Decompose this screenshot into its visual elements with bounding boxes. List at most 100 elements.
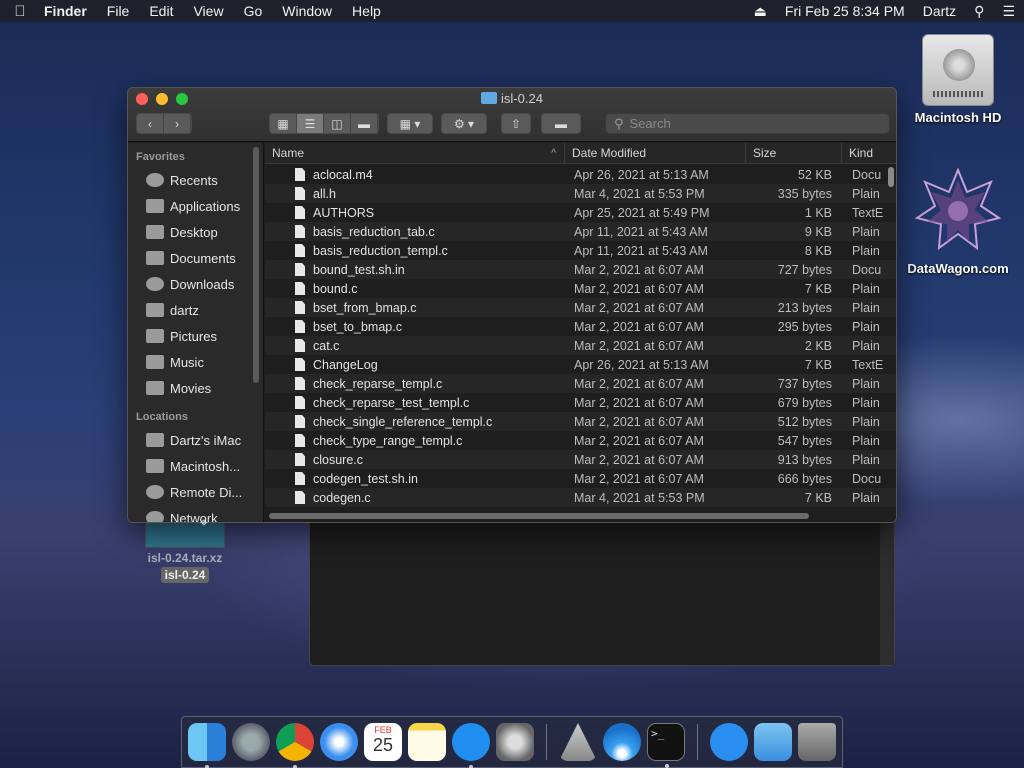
pictures-icon	[146, 329, 164, 343]
horizontal-scrollbar[interactable]	[269, 513, 809, 519]
date-modified-cell: Mar 2, 2021 at 6:07 AM	[574, 471, 704, 486]
gallery-view-button[interactable]: ▬	[351, 114, 378, 133]
menu-help[interactable]: Help	[342, 3, 391, 19]
sidebar-item-label: dartz	[170, 302, 199, 318]
eject-icon[interactable]: ⏏	[745, 3, 776, 20]
sidebar-item-movies[interactable]: Movies	[128, 375, 263, 401]
tags-button[interactable]: ▬	[541, 113, 581, 134]
app-store-icon[interactable]	[452, 723, 490, 768]
table-row[interactable]: bset_from_bmap.c Mar 2, 2021 at 6:07 AM 21…	[265, 298, 896, 317]
desktop-icon	[146, 225, 164, 239]
spotlight-search-icon[interactable]: ⚲	[965, 3, 993, 20]
vertical-scrollbar[interactable]	[888, 167, 894, 187]
menu-view[interactable]: View	[183, 3, 233, 19]
menu-finder[interactable]: Finder	[40, 3, 97, 19]
table-row[interactable]: basis_reduction_tab.c Apr 11, 2021 at 5:4…	[265, 222, 896, 241]
kind-cell: Plain	[852, 300, 880, 315]
chrome-icon[interactable]	[276, 723, 314, 768]
size-cell: 7 KB	[804, 490, 832, 505]
table-row[interactable]: codegen_test.sh.in Mar 2, 2021 at 6:07 AM…	[265, 469, 896, 488]
wifi-diagnostics-icon[interactable]	[603, 723, 641, 761]
date-modified-cell: Mar 2, 2021 at 6:07 AM	[574, 281, 704, 296]
size-cell: 8 KB	[804, 243, 832, 258]
table-row[interactable]: bound.c Mar 2, 2021 at 6:07 AM 7 KB Plain	[265, 279, 896, 298]
column-header-kind[interactable]: Kind	[842, 143, 896, 164]
file-name-cell: basis_reduction_templ.c	[265, 244, 565, 258]
table-row[interactable]: check_type_range_templ.c Mar 2, 2021 at 6…	[265, 431, 896, 450]
clock[interactable]: Fri Feb 25 8:34 PM	[776, 3, 914, 19]
column-header-date[interactable]: Date Modified	[565, 143, 746, 164]
share-button[interactable]: ⇧	[501, 113, 531, 134]
table-row[interactable]: ChangeLog Apr 26, 2021 at 5:13 AM 7 KB Text…	[265, 355, 896, 374]
column-header-size[interactable]: Size	[746, 143, 842, 164]
menu-window[interactable]: Window	[272, 3, 342, 19]
document-icon	[295, 472, 305, 485]
tag-icon: ▬	[555, 116, 567, 131]
documents-folder-icon[interactable]	[754, 723, 792, 761]
terminal-icon[interactable]: >_	[647, 723, 685, 768]
table-row[interactable]: check_single_reference_templ.c Mar 2, 202…	[265, 412, 896, 431]
notes-icon[interactable]	[408, 723, 446, 761]
system-preferences-icon[interactable]	[496, 723, 534, 761]
sidebar-item-music[interactable]: Music	[128, 349, 263, 375]
forward-button[interactable]: ›	[164, 114, 191, 133]
group-by-button[interactable]: ▦ ▾	[387, 113, 433, 134]
size-cell: 512 bytes	[777, 414, 832, 429]
table-row[interactable]: aclocal.m4 Apr 26, 2021 at 5:13 AM 52 KB Do…	[265, 165, 896, 184]
apple-menu-icon[interactable]: 	[0, 3, 40, 20]
trash-icon[interactable]	[798, 723, 836, 761]
search-field[interactable]: ⚲ Search	[605, 113, 890, 134]
finder-icon[interactable]	[188, 723, 226, 768]
table-row[interactable]: AUTHORS Apr 25, 2021 at 5:49 PM 1 KB TextE	[265, 203, 896, 222]
file-name-cell: bound_test.sh.in	[265, 263, 565, 277]
document-icon	[295, 396, 305, 409]
calendar-icon[interactable]: FEB 25	[364, 723, 402, 761]
sidebar-item-pictures[interactable]: Pictures	[128, 323, 263, 349]
list-view-button[interactable]: ☰	[297, 114, 324, 133]
menu-edit[interactable]: Edit	[139, 3, 183, 19]
table-row[interactable]: cat.c Mar 2, 2021 at 6:07 AM 2 KB Plain	[265, 336, 896, 355]
kind-cell: Plain	[852, 395, 880, 410]
xquartz-icon[interactable]	[559, 723, 597, 761]
desktop-macintosh-hd[interactable]: Macintosh HD	[903, 34, 1013, 125]
sidebar-item-network[interactable]: Network	[128, 505, 263, 522]
file-name-cell: aclocal.m4	[265, 168, 565, 182]
file-name-cell: all.h	[265, 187, 565, 201]
menu-file[interactable]: File	[97, 3, 140, 19]
table-row[interactable]: basis_reduction_templ.c Apr 11, 2021 at 5…	[265, 241, 896, 260]
table-row[interactable]: closure.c Mar 2, 2021 at 6:07 AM 913 bytes…	[265, 450, 896, 469]
table-row[interactable]: all.h Mar 4, 2021 at 5:53 PM 335 bytes Plai…	[265, 184, 896, 203]
table-row[interactable]: check_reparse_templ.c Mar 2, 2021 at 6:07…	[265, 374, 896, 393]
notification-center-icon[interactable]: ☰	[993, 3, 1024, 20]
sidebar-item-desktop[interactable]: Desktop	[128, 219, 263, 245]
table-row[interactable]: bset_to_bmap.c Mar 2, 2021 at 6:07 AM 295 …	[265, 317, 896, 336]
sidebar-item-downloads[interactable]: Downloads	[128, 271, 263, 297]
menu-go[interactable]: Go	[234, 3, 273, 19]
sidebar-item-recents[interactable]: Recents	[128, 167, 263, 193]
launchpad-icon[interactable]	[232, 723, 270, 761]
file-name-cell: check_single_reference_templ.c	[265, 415, 565, 429]
user-menu[interactable]: Dartz	[914, 3, 965, 19]
table-row[interactable]: bound_test.sh.in Mar 2, 2021 at 6:07 AM 72…	[265, 260, 896, 279]
file-name: check_type_range_templ.c	[313, 433, 463, 448]
desktop-datawagon[interactable]: DataWagon.com	[903, 167, 1013, 276]
column-view-button[interactable]: ◫	[324, 114, 351, 133]
sidebar-scrollbar[interactable]	[253, 147, 259, 383]
dragged-file[interactable]: isl-0.24.tar.xz isl-0.24	[130, 520, 240, 583]
sidebar-item-dartz-s-imac[interactable]: Dartz's iMac	[128, 427, 263, 453]
safari-icon[interactable]	[320, 723, 358, 761]
sidebar-item-macintosh[interactable]: Macintosh...	[128, 453, 263, 479]
back-button[interactable]: ‹	[137, 114, 164, 133]
sidebar-item-documents[interactable]: Documents	[128, 245, 263, 271]
app-store-downloads-icon[interactable]	[710, 723, 748, 761]
sidebar-item-applications[interactable]: Applications	[128, 193, 263, 219]
date-modified-cell: Mar 2, 2021 at 6:07 AM	[574, 338, 704, 353]
sidebar-item-remote-di[interactable]: Remote Di...	[128, 479, 263, 505]
table-row[interactable]: codegen.c Mar 4, 2021 at 5:53 PM 7 KB Plain	[265, 488, 896, 507]
table-row[interactable]: check_reparse_test_templ.c Mar 2, 2021 at…	[265, 393, 896, 412]
action-button[interactable]: ⚙ ▾	[441, 113, 487, 134]
column-header-name[interactable]: Name ^	[265, 143, 565, 164]
sidebar-item-dartz[interactable]: dartz	[128, 297, 263, 323]
icon-view-button[interactable]: ▦	[270, 114, 297, 133]
downloads-icon	[146, 277, 164, 291]
